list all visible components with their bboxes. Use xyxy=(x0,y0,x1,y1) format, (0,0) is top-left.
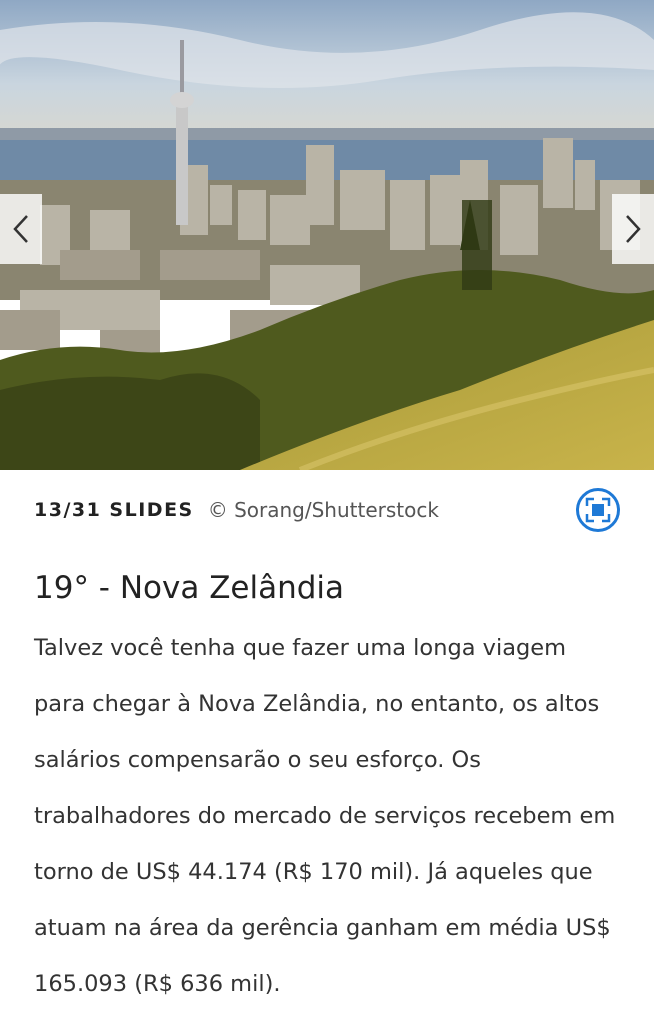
fullscreen-icon xyxy=(585,497,611,523)
fullscreen-button[interactable] xyxy=(576,488,620,532)
chevron-left-icon xyxy=(13,215,28,243)
article-body: Talvez você tenha que fazer uma longa vi… xyxy=(34,635,616,997)
previous-slide-button[interactable] xyxy=(0,194,42,264)
article-title: 19° - Nova Zelândia xyxy=(34,570,345,606)
chevron-right-icon xyxy=(626,215,641,243)
slide-meta: 13/31 SLIDES © Sorang/Shutterstock xyxy=(34,488,620,532)
city-photo xyxy=(0,0,654,470)
slide-counter: 13/31 SLIDES xyxy=(34,499,194,521)
photo-credit: © Sorang/Shutterstock xyxy=(207,498,439,522)
next-slide-button[interactable] xyxy=(612,194,654,264)
slide-image xyxy=(0,0,654,470)
